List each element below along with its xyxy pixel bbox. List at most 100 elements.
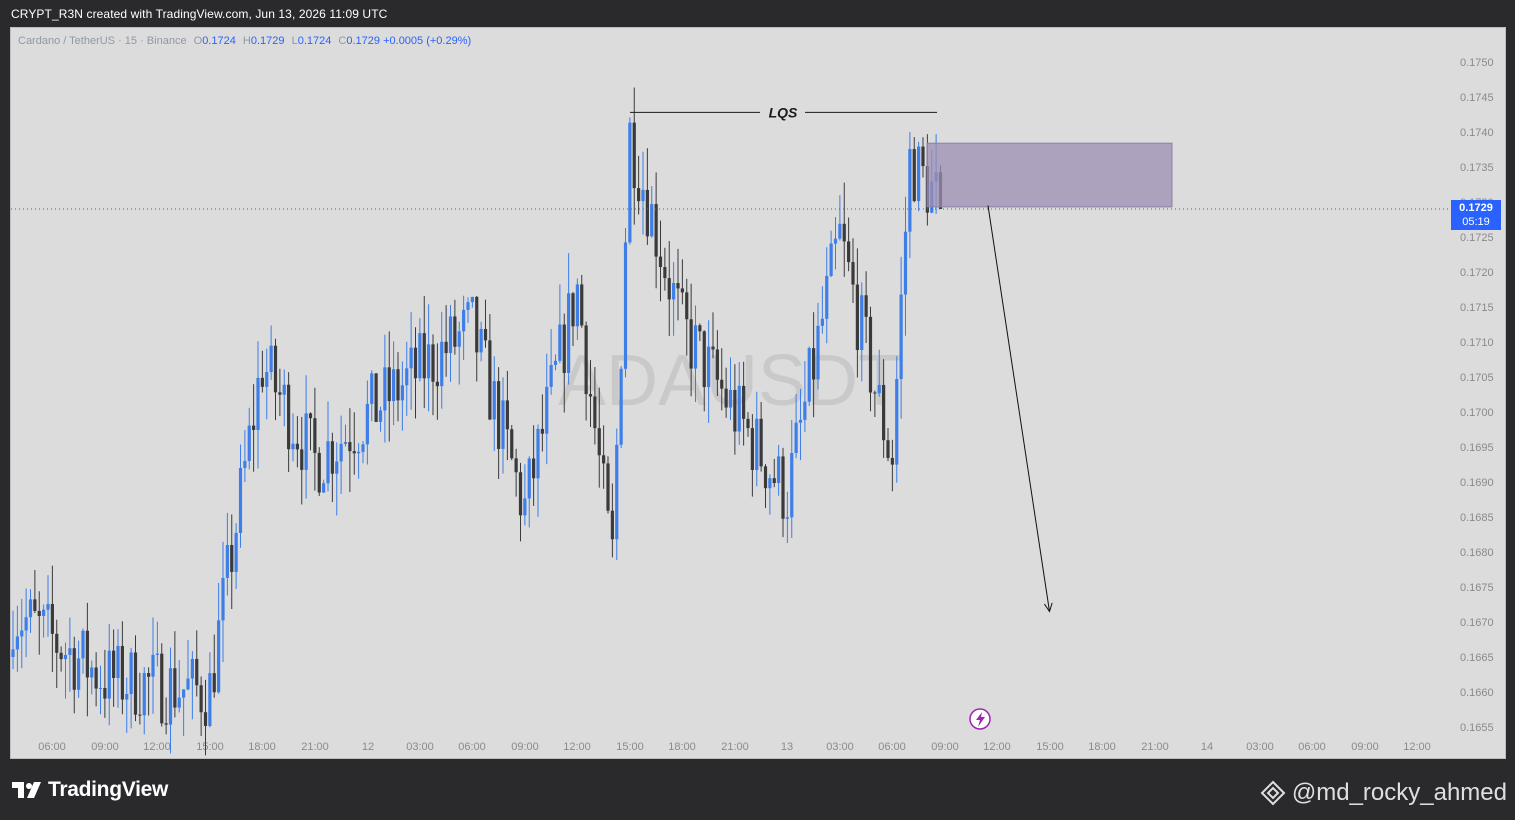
candle-body <box>772 478 776 484</box>
candle-body <box>475 296 479 353</box>
candle-body <box>505 400 509 430</box>
candle-body <box>431 344 435 382</box>
candle-body <box>663 267 667 279</box>
candle-body <box>269 345 273 373</box>
candle-body <box>820 318 824 326</box>
candle-body <box>392 369 396 402</box>
candle-body <box>203 712 208 726</box>
x-tick-label: 12:00 <box>143 741 171 753</box>
candle-body <box>409 347 413 369</box>
candle-body <box>553 360 558 365</box>
candle-body <box>921 146 925 167</box>
candle-body <box>221 577 225 621</box>
candle-body <box>103 687 107 699</box>
candle-body <box>685 292 689 320</box>
y-tick-label: 0.1700 <box>1460 407 1494 419</box>
candle-body <box>147 673 151 677</box>
y-tick-label: 0.1670 <box>1460 617 1494 629</box>
legend-close-value: 0.1729 <box>346 35 381 47</box>
y-tick-label: 0.1750 <box>1460 57 1494 69</box>
candle-body <box>781 456 785 519</box>
candle-body <box>597 428 601 456</box>
x-tick-label: 12 <box>362 741 374 753</box>
candle-body <box>720 379 724 389</box>
candle-body <box>737 385 741 432</box>
candle-body <box>278 392 282 395</box>
y-tick-label: 0.1735 <box>1460 162 1494 174</box>
legend-low-value: 0.1724 <box>297 35 332 47</box>
candle-body <box>676 283 680 289</box>
x-tick-label: 18:00 <box>668 741 696 753</box>
candle-body <box>615 444 619 540</box>
candle-body <box>807 348 811 402</box>
candle-body <box>724 388 728 408</box>
candle-body <box>540 428 544 434</box>
candle-body <box>514 458 518 473</box>
watermark-user-handle: @md_rocky_ahmed <box>1291 779 1507 806</box>
candle-body <box>46 603 50 610</box>
y-tick-label: 0.1720 <box>1460 267 1494 279</box>
tradingview-logo[interactable]: TradingView <box>12 778 168 802</box>
y-tick-label: 0.1740 <box>1460 127 1494 139</box>
candle-body <box>212 673 216 693</box>
legend-open-value: 0.1724 <box>202 35 236 47</box>
candle-body <box>59 652 63 660</box>
candle-body <box>361 444 365 452</box>
candle-body <box>667 278 671 300</box>
candle-body <box>672 283 676 300</box>
candle-body <box>518 472 523 516</box>
candle-body <box>763 466 768 489</box>
candle-body <box>619 368 623 445</box>
candle-body <box>584 325 588 395</box>
candle-body <box>658 256 663 268</box>
candle-body <box>812 348 816 380</box>
candle-body <box>479 328 483 353</box>
candle-body <box>707 346 711 388</box>
x-tick-label: 09:00 <box>511 741 539 753</box>
x-tick-label: 15:00 <box>1036 741 1064 753</box>
candle-body <box>81 630 85 659</box>
y-tick-label: 0.1675 <box>1460 582 1494 594</box>
candle-body <box>120 645 124 700</box>
x-tick-label: 06:00 <box>1298 741 1326 753</box>
candle-body <box>755 418 759 470</box>
y-tick-label: 0.1680 <box>1460 547 1494 559</box>
candle-body <box>693 325 698 369</box>
candle-body <box>168 668 173 725</box>
candle-body <box>383 367 387 411</box>
y-tick-label: 0.1655 <box>1460 722 1494 734</box>
candle-body <box>142 673 146 716</box>
legend-high-value: 0.1729 <box>250 35 285 47</box>
candle-body <box>112 650 116 678</box>
candle-body <box>440 341 444 387</box>
x-tick-label: 03:00 <box>826 741 854 753</box>
x-tick-label: 18:00 <box>1088 741 1116 753</box>
candle-body <box>593 396 597 429</box>
candle-body <box>842 223 846 242</box>
x-tick-label: 14 <box>1201 741 1213 753</box>
binance-diamond-icon <box>1260 780 1286 806</box>
candle-body <box>680 288 684 293</box>
candle-body <box>195 658 199 686</box>
candle-body <box>532 458 536 479</box>
candle-body <box>588 394 593 397</box>
candle-body <box>768 478 772 489</box>
x-tick-label: 21:00 <box>301 741 329 753</box>
candle-body <box>895 378 899 465</box>
candle-body <box>610 510 614 540</box>
projection-arrow-line <box>987 205 1050 612</box>
candle-body <box>322 483 326 493</box>
candle-body <box>903 231 908 295</box>
candle-body <box>873 392 877 394</box>
candle-body <box>702 331 706 388</box>
candle-body <box>177 697 181 708</box>
candle-body <box>488 340 492 420</box>
y-tick-label: 0.1725 <box>1460 232 1494 244</box>
candle-body <box>912 149 916 202</box>
candlestick-chart[interactable]: 0.17500.17450.17400.17350.17300.17250.17… <box>0 0 1515 820</box>
tradingview-logo-icon <box>12 782 41 798</box>
x-tick-label: 21:00 <box>721 741 749 753</box>
candle-body <box>77 658 81 690</box>
x-tick-label: 06:00 <box>458 741 486 753</box>
candle-body <box>387 367 391 402</box>
